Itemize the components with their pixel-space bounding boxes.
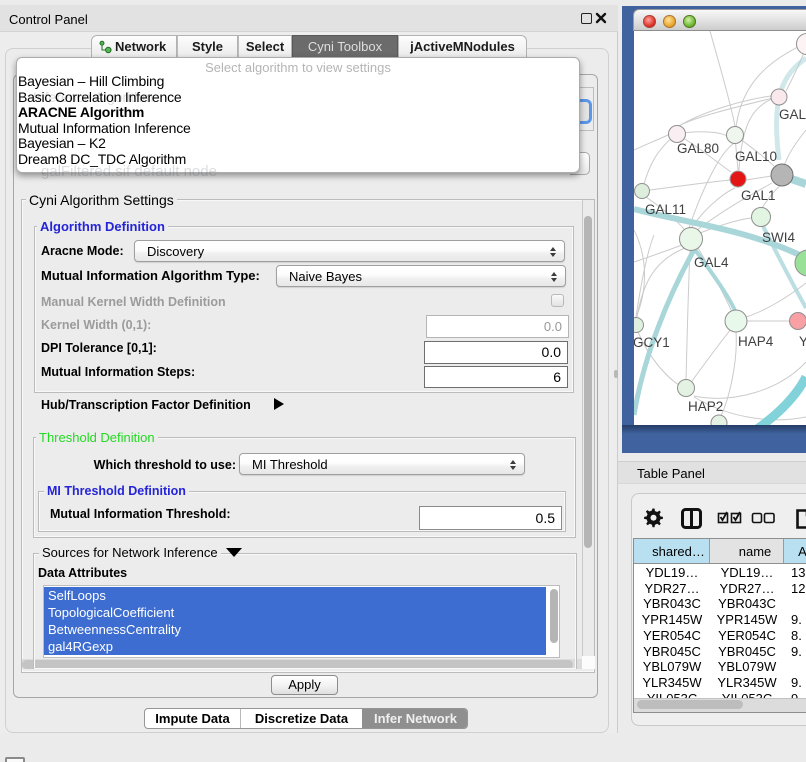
svg-text:HAP2: HAP2 [688,399,723,414]
svg-text:YM: YM [799,334,806,349]
svg-text:GAL4: GAL4 [694,255,729,270]
svg-text:SWI4: SWI4 [762,230,795,245]
svg-text:GAL10: GAL10 [735,149,777,164]
svg-text:GAL7: GAL7 [779,107,806,122]
svg-text:HAP4: HAP4 [738,334,774,349]
svg-text:GCY1: GCY1 [634,335,670,350]
svg-text:GAL80: GAL80 [677,141,719,156]
svg-text:GAL11: GAL11 [645,202,686,217]
svg-text:GAL1: GAL1 [741,188,776,203]
